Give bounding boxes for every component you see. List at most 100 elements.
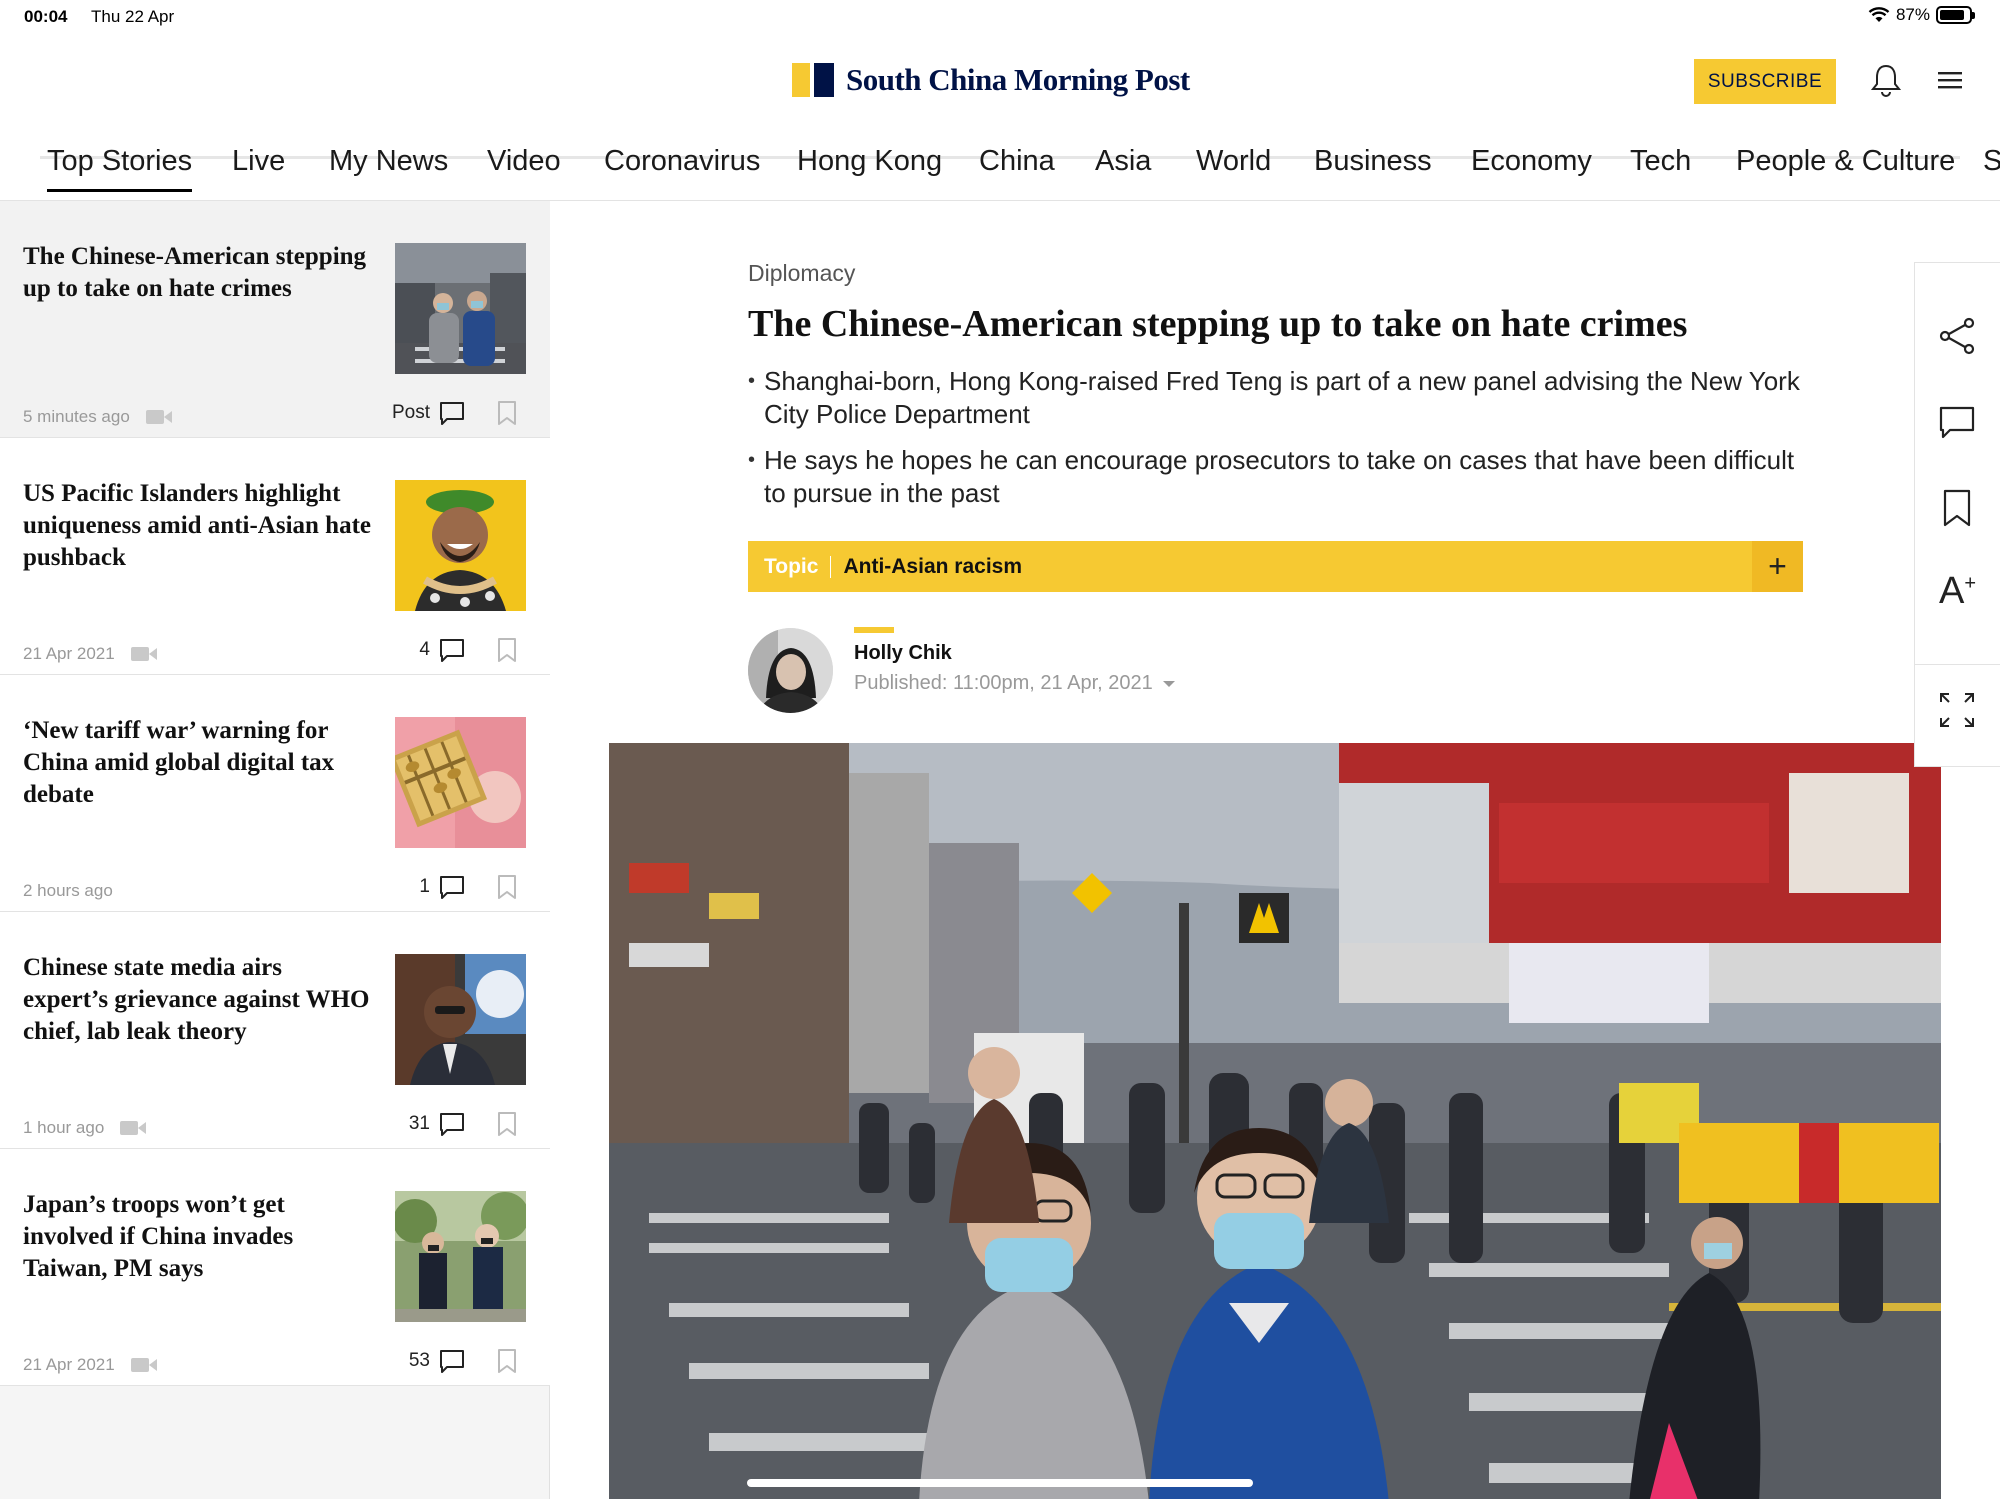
share-icon[interactable] [1935,314,1979,358]
bookmark-icon[interactable] [496,873,518,901]
comment-count[interactable]: 1 [419,876,430,898]
bookmark-icon[interactable] [496,636,518,664]
story-meta: 21 Apr 2021 [23,1355,157,1375]
bookmark-icon[interactable] [1935,486,1979,530]
story-time: 21 Apr 2021 [23,644,115,663]
nav-item-overflow[interactable]: S [1983,145,2000,178]
story-title[interactable]: US Pacific Islanders highlight uniquenes… [23,478,373,574]
home-indicator[interactable] [747,1479,1253,1487]
follow-topic-button[interactable]: + [1752,541,1803,592]
story-thumbnail[interactable] [395,243,526,374]
wifi-icon [1868,7,1890,22]
author-avatar[interactable] [748,628,833,713]
story-card[interactable]: ‘New tariff war’ warning for China amid … [0,675,550,912]
status-date: Thu 22 Apr [91,7,175,26]
story-card[interactable]: US Pacific Islanders highlight uniquenes… [0,438,550,675]
story-title[interactable]: The Chinese-American stepping up to take… [23,241,373,305]
summary-bullet: Shanghai-born, Hong Kong-raised Fred Ten… [748,365,1808,431]
comment-icon[interactable] [438,873,466,901]
hamburger-menu-icon[interactable] [1938,70,1962,90]
story-title[interactable]: Japan’s troops won’t get involved if Chi… [23,1189,373,1285]
nav-item-world[interactable]: World [1196,145,1271,178]
bookmark-icon[interactable] [496,399,518,427]
story-meta: 1 hour ago [23,1118,147,1138]
article-view: Diplomacy The Chinese-American stepping … [551,201,1941,1499]
nav-item-coronavirus[interactable]: Coronavirus [604,145,760,178]
story-time: 1 hour ago [23,1118,105,1137]
topic-name[interactable]: Anti-Asian racism [843,555,1022,579]
story-thumbnail[interactable] [395,717,526,848]
caret-down-icon[interactable] [1162,680,1175,687]
video-icon [130,1357,157,1373]
section-nav: Top Stories Live My News Video Coronavir… [0,125,2000,201]
comment-icon[interactable] [438,399,466,427]
article-hero-image[interactable] [609,743,1941,1499]
story-card[interactable]: Japan’s troops won’t get involved if Chi… [0,1149,550,1386]
story-time: 21 Apr 2021 [23,1355,115,1374]
nav-item-video[interactable]: Video [487,145,561,178]
author-name[interactable]: Holly Chik [854,642,952,665]
video-icon [120,1120,147,1136]
comment-icon[interactable] [438,636,466,664]
comment-count[interactable]: Post [392,402,430,424]
comment-count[interactable]: 31 [409,1113,430,1135]
comment-icon[interactable] [438,1110,466,1138]
status-bar: 00:04 Thu 22 Apr 87% [0,0,2000,34]
story-time: 5 minutes ago [23,407,130,426]
topic-separator [830,555,832,578]
bell-icon[interactable] [1868,62,1904,98]
nav-item-asia[interactable]: Asia [1095,145,1151,178]
story-card[interactable]: The Chinese-American stepping up to take… [0,201,550,438]
story-actions: 53 [409,1347,518,1375]
comment-count[interactable]: 4 [419,639,430,661]
comment-icon[interactable] [1935,400,1979,444]
masthead: South China Morning Post SUBSCRIBE [0,34,2000,159]
status-time: 00:04 [24,7,68,26]
story-meta: 21 Apr 2021 [23,644,157,664]
rail-divider [1915,664,2000,665]
story-actions: 31 [409,1110,518,1138]
author-accent-bar [854,627,894,633]
published-text: Published: 11:00pm, 21 Apr, 2021 [854,672,1153,694]
published-date[interactable]: Published: 11:00pm, 21 Apr, 2021 [854,672,1175,695]
battery-icon [1936,6,1975,24]
bookmark-icon[interactable] [496,1110,518,1138]
status-right: 87% [1868,5,1975,25]
font-size-icon[interactable]: A+ [1939,570,1983,614]
topic-label: Topic [764,554,819,578]
nav-item-business[interactable]: Business [1314,145,1432,178]
comment-count[interactable]: 53 [409,1350,430,1372]
article-headline: The Chinese-American stepping up to take… [748,303,1688,345]
article-section[interactable]: Diplomacy [748,260,855,287]
bookmark-icon[interactable] [496,1347,518,1375]
topic-bar[interactable]: Topic Anti-Asian racism + [748,541,1803,592]
comment-icon[interactable] [438,1347,466,1375]
nav-item-tech[interactable]: Tech [1630,145,1691,178]
story-title[interactable]: ‘New tariff war’ warning for China amid … [23,715,373,811]
nav-item-economy[interactable]: Economy [1471,145,1592,178]
fullscreen-icon[interactable] [1935,688,1979,732]
scmp-logo[interactable]: South China Morning Post [792,62,1190,98]
subscribe-button[interactable]: SUBSCRIBE [1694,59,1836,104]
story-meta: 5 minutes ago [23,407,172,427]
story-thumbnail[interactable] [395,1191,526,1322]
nav-item-hong-kong[interactable]: Hong Kong [797,145,942,178]
article-summary: Shanghai-born, Hong Kong-raised Fred Ten… [748,365,1808,523]
nav-item-people-culture[interactable]: People & Culture [1736,145,1955,178]
nav-item-my-news[interactable]: My News [329,145,448,178]
video-icon [130,646,157,662]
story-title[interactable]: Chinese state media airs expert’s grieva… [23,952,373,1048]
story-actions: 1 [419,873,518,901]
story-card[interactable]: Chinese state media airs expert’s grieva… [0,912,550,1149]
story-meta: 2 hours ago [23,881,113,901]
story-thumbnail[interactable] [395,954,526,1085]
nav-item-live[interactable]: Live [232,145,285,178]
logo-mark-icon [792,63,834,97]
nav-item-china[interactable]: China [979,145,1055,178]
story-thumbnail[interactable] [395,480,526,611]
nav-item-top-stories[interactable]: Top Stories [47,145,193,192]
story-actions: Post [392,399,518,427]
font-size-label: A [1939,570,1965,612]
story-list: The Chinese-American stepping up to take… [0,201,550,1499]
battery-percent: 87% [1895,5,1930,24]
